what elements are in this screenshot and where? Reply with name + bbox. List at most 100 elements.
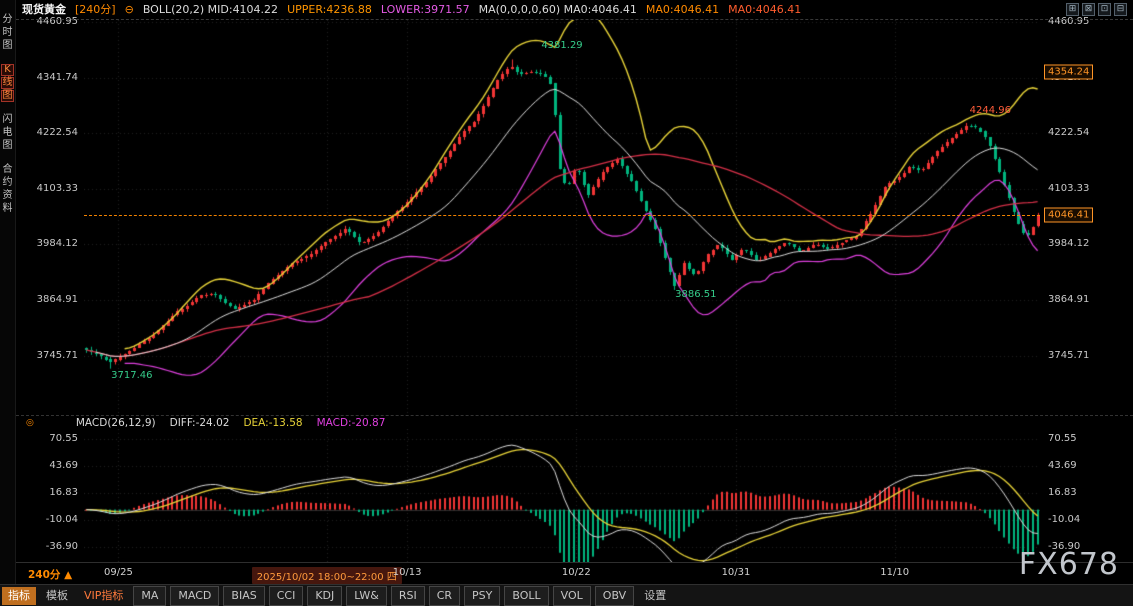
sidebar-item-char: K <box>1 64 14 76</box>
time-axis-label: 11/10 <box>880 567 909 578</box>
toolbar-rsi[interactable]: RSI <box>391 586 425 606</box>
price-chart-canvas[interactable] <box>84 20 1040 415</box>
toolbar-vip-indicators[interactable]: VIP指标 <box>78 587 129 605</box>
sidebar-item-char: 合 <box>1 164 14 176</box>
axis-tick-label: 16.83 <box>49 487 78 499</box>
interval-selector[interactable]: 240分 ▲ <box>28 567 72 582</box>
axis-tick-label: 70.55 <box>1048 433 1077 445</box>
ma0-label-2: MA0:4046.41 <box>646 1 719 19</box>
axis-tick-label: -36.90 <box>46 541 78 553</box>
macd-panel: 70.55 43.69 16.83 -10.04 -36.90 70.55 43.69 16… <box>16 429 1133 562</box>
price-annotation: 3717.46 <box>111 370 152 381</box>
axis-tick-label: 70.55 <box>49 433 78 445</box>
axis-tick-label: 4341.74 <box>37 72 78 84</box>
panel-toggle-icon[interactable]: ◎ <box>26 418 34 428</box>
axis-tick-label: 3984.12 <box>1048 238 1089 250</box>
price-annotation: 3886.51 <box>675 289 716 300</box>
sidebar-item-char: 闪 <box>1 114 14 126</box>
sidebar-item-char: 资 <box>1 190 14 202</box>
time-axis-label: 09/25 <box>104 567 133 578</box>
top-info-bar: 现货黄金 [240分] ⊖ BOLL(20,2) MID:4104.22 UPPER:4… <box>16 0 1133 20</box>
minimize-panel-icon[interactable]: ⊟ <box>1114 3 1127 16</box>
toolbar-settings[interactable]: 设置 <box>638 587 672 605</box>
time-axis-row: 240分 ▲ 09/252025/10/02 18:00~22:00 四10/1… <box>16 562 1133 584</box>
alert-icon[interactable]: ⊖ <box>125 1 134 19</box>
sidebar-item-char: 约 <box>1 177 14 189</box>
toolbar-vol[interactable]: VOL <box>553 586 591 606</box>
price-annotation: 4381.29 <box>541 40 582 51</box>
sidebar-item-char: 图 <box>1 40 14 52</box>
left-sidebar: 分时图K线图闪电图合约资料 <box>0 0 16 584</box>
toolbar-bias[interactable]: BIAS <box>223 586 264 606</box>
ma0-label-3: MA0:4046.41 <box>728 1 801 19</box>
macd-params-label: MACD(26,12,9) <box>76 417 156 429</box>
toolbar-cr[interactable]: CR <box>429 586 460 606</box>
axis-tick-label: 16.83 <box>1048 487 1077 499</box>
toolbar-psy[interactable]: PSY <box>464 586 500 606</box>
toolbar-lwr[interactable]: LW& <box>346 586 387 606</box>
sidebar-item-char: 图 <box>1 140 14 152</box>
selected-candle-time: 2025/10/02 18:00~22:00 四 <box>252 567 402 584</box>
axis-tick-label: 3745.71 <box>37 350 78 362</box>
price-axis-left: 4460.954341.744222.544103.333984.123864.… <box>16 20 84 415</box>
tab-contract-info[interactable]: 合约资料 <box>1 164 14 215</box>
macd-canvas[interactable] <box>84 429 1040 562</box>
axis-tick-label: 3864.91 <box>37 294 78 306</box>
boll-mid-label: BOLL(20,2) MID:4104.22 <box>143 1 278 19</box>
axis-tick-label: 4222.54 <box>1048 127 1089 139</box>
axis-tick-label: 3864.91 <box>1048 294 1089 306</box>
toolbar-boll[interactable]: BOLL <box>504 586 548 606</box>
macd-axis-left: 70.55 43.69 16.83 -10.04 -36.90 <box>16 429 84 562</box>
grid-layout-icon[interactable]: ⊞ <box>1066 3 1079 16</box>
macd-dea-label: DEA:-13.58 <box>243 417 302 429</box>
interval-label: [240分] <box>75 1 116 19</box>
time-axis-label: 10/31 <box>722 567 751 578</box>
axis-tick-label: 3745.71 <box>1048 350 1089 362</box>
tab-time-chart[interactable]: 分时图 <box>1 14 14 52</box>
sidebar-item-char: 分 <box>1 14 14 26</box>
toolbar-templates[interactable]: 模板 <box>40 587 74 605</box>
chart-main-area: 现货黄金 [240分] ⊖ BOLL(20,2) MID:4104.22 UPPER:4… <box>16 0 1133 584</box>
tab-line-chart[interactable]: 闪电图 <box>1 114 14 152</box>
price-annotation: 4244.96 <box>970 105 1011 116</box>
instrument-title: 现货黄金 <box>22 1 66 19</box>
price-badge: 4046.41 <box>1044 208 1093 223</box>
axis-tick-label: 3984.12 <box>37 238 78 250</box>
macd-label-row: ◎ MACD(26,12,9) DIFF:-24.02 DEA:-13.58 MACD:… <box>16 415 1133 429</box>
macd-value-label: MACD:-20.87 <box>317 417 386 429</box>
price-axis-right: 4460.954341.744222.544103.333984.123864.… <box>1040 20 1133 415</box>
macd-axis-right: 70.5543.6916.83-10.04-36.90 <box>1040 429 1133 562</box>
toolbar-indicators[interactable]: 指标 <box>2 587 36 605</box>
macd-plot <box>84 429 1040 562</box>
axis-tick-label: 4103.33 <box>1048 183 1089 195</box>
toolbar-kdj[interactable]: KDJ <box>307 586 342 606</box>
axis-tick-label: 43.69 <box>1048 460 1077 472</box>
sidebar-item-char: 料 <box>1 203 14 215</box>
sidebar-item-char: 时 <box>1 27 14 39</box>
toolbar-cci[interactable]: CCI <box>269 586 304 606</box>
macd-diff-label: DIFF:-24.02 <box>170 417 230 429</box>
boll-upper-label: UPPER:4236.88 <box>287 1 372 19</box>
price-plot: 4381.29 3717.46 3886.51 4244.96 <box>84 20 1040 415</box>
toolbar-obv[interactable]: OBV <box>595 586 634 606</box>
bottom-toolbar: 指标模板VIP指标MAMACDBIASCCIKDJLW&RSICRPSYBOLL… <box>0 584 1133 606</box>
single-window-icon[interactable]: ⊡ <box>1098 3 1111 16</box>
axis-tick-label: -10.04 <box>1048 514 1080 526</box>
time-axis-label: 10/22 <box>562 567 591 578</box>
multi-window-icon[interactable]: ⊠ <box>1082 3 1095 16</box>
toolbar-macd[interactable]: MACD <box>170 586 219 606</box>
trading-chart-app: 分时图K线图闪电图合约资料 现货黄金[240分]⊖BOLL(20,2) MID:… <box>0 0 1133 606</box>
ma-params-label: MA(0,0,0,0,60) MA0:4046.41 <box>479 1 637 19</box>
axis-tick-label: 43.69 <box>49 460 78 472</box>
sidebar-item-char: 电 <box>1 127 14 139</box>
axis-tick-label: 4222.54 <box>37 127 78 139</box>
sidebar-item-char: 线 <box>1 77 14 89</box>
sidebar-item-char: 图 <box>1 90 14 102</box>
axis-tick-label: -10.04 <box>46 514 78 526</box>
fx678-watermark: FX678 <box>1019 547 1119 582</box>
axis-tick-label: 4103.33 <box>37 183 78 195</box>
tab-candle-chart[interactable]: K线图 <box>1 64 14 102</box>
toolbar-ma[interactable]: MA <box>133 586 166 606</box>
window-controls: ⊞⊠⊡⊟ <box>1066 3 1127 16</box>
price-chart-panel: 4460.954341.744222.544103.333984.123864.… <box>16 20 1133 415</box>
